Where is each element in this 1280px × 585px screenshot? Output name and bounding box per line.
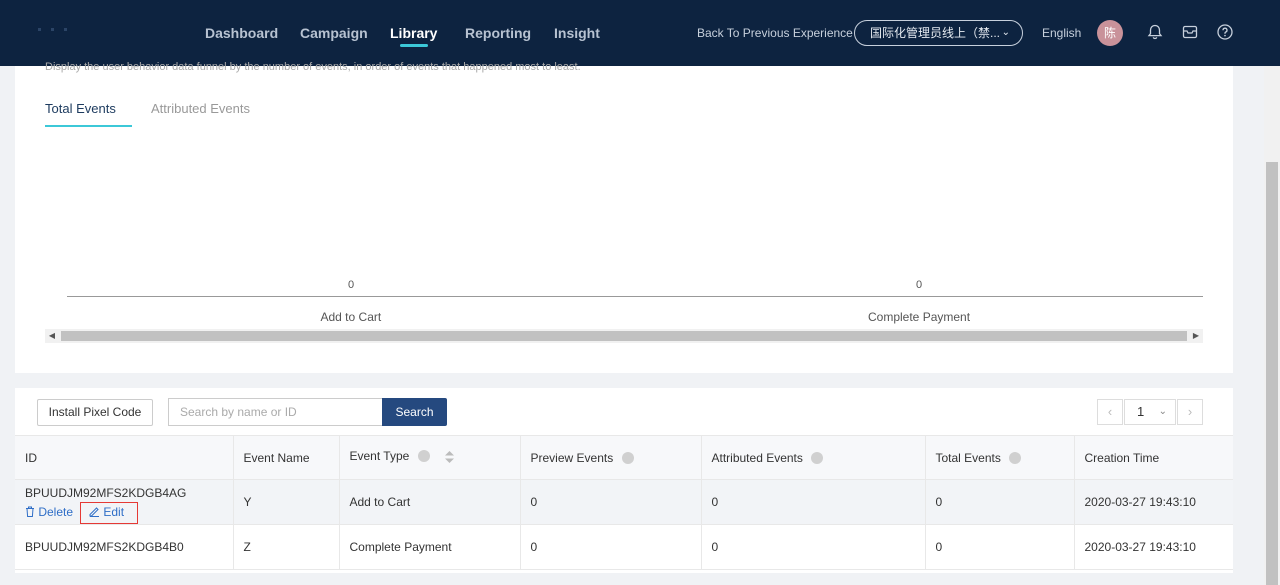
message-icon[interactable] xyxy=(1181,23,1199,41)
help-icon[interactable] xyxy=(1216,23,1234,41)
info-icon[interactable] xyxy=(417,450,430,462)
chart-category-label: Add to Cart xyxy=(320,310,382,324)
cell-preview-events: 0 xyxy=(520,479,702,525)
pager-prev-icon[interactable]: ‹ xyxy=(1097,399,1123,425)
info-icon[interactable] xyxy=(621,451,634,464)
delete-label: Delete xyxy=(38,504,74,519)
top-nav-bar: Dashboard Campaign Library Reporting Ins… xyxy=(0,0,1280,66)
nav-reporting[interactable]: Reporting xyxy=(465,0,531,66)
scroll-right-icon[interactable]: ▶ xyxy=(1189,329,1203,343)
col-header-label: Attributed Events xyxy=(711,450,803,465)
funnel-description: Display the user behavior data funnel by… xyxy=(45,61,581,73)
table-row[interactable]: BPUUDJM92MFS2KDGB4B0 Z Complete Payment … xyxy=(15,524,1233,570)
edit-label: Edit xyxy=(103,504,125,519)
back-to-previous-link[interactable]: Back To Previous Experience xyxy=(697,0,853,66)
events-table: ID Event Name Event Type Preview Events … xyxy=(15,435,1233,570)
cell-total-events: 0 xyxy=(925,479,1075,525)
pencil-icon xyxy=(89,506,99,517)
delete-button[interactable]: Delete xyxy=(25,505,73,519)
chevron-down-icon: ⌄ xyxy=(1158,406,1167,417)
install-pixel-code-button[interactable]: Install Pixel Code xyxy=(37,399,153,426)
info-icon[interactable] xyxy=(1009,451,1022,464)
chart-value-label: 0 xyxy=(348,279,355,291)
info-icon[interactable] xyxy=(811,451,824,464)
brand-logo[interactable] xyxy=(38,18,148,40)
col-header-label: Event Type xyxy=(349,449,410,463)
col-header-preview-events: Preview Events xyxy=(520,435,702,480)
cell-preview-events: 0 xyxy=(520,524,702,570)
trash-icon xyxy=(26,506,34,517)
edit-button[interactable]: Edit xyxy=(89,505,124,519)
table-row[interactable]: BPUUDJM92MFS2KDGB4AG Delete Edit Y Add t… xyxy=(15,479,1233,525)
col-header-event-name: Event Name xyxy=(233,435,340,480)
account-select-value: 国际化管理员线上（禁... xyxy=(870,26,1001,40)
col-header-total-events: Total Events xyxy=(925,435,1075,480)
table-header-row: ID Event Name Event Type Preview Events … xyxy=(15,435,1233,480)
col-header-id: ID xyxy=(15,435,234,480)
language-switcher[interactable]: English xyxy=(1042,0,1081,66)
cell-event-type: Complete Payment xyxy=(339,524,521,570)
bell-icon[interactable] xyxy=(1146,23,1164,41)
chart-category-label: Complete Payment xyxy=(868,310,971,324)
event-id: BPUUDJM92MFS2KDGB4AG xyxy=(25,485,187,500)
nav-insight[interactable]: Insight xyxy=(554,0,600,66)
chart-horizontal-scrollbar[interactable]: ◀ ▶ xyxy=(45,329,1203,343)
nav-dashboard[interactable]: Dashboard xyxy=(205,0,278,66)
active-tab-indicator xyxy=(45,125,132,127)
account-select[interactable]: 国际化管理员线上（禁... ⌄ xyxy=(854,20,1023,46)
nav-library[interactable]: Library xyxy=(390,0,437,66)
events-table-card: Install Pixel Code Search ‹ 1 ⌄ › ID Eve… xyxy=(15,388,1233,573)
tab-attributed-events[interactable]: Attributed Events xyxy=(151,101,250,116)
col-header-event-type[interactable]: Event Type xyxy=(339,435,521,480)
pager-next-icon[interactable]: › xyxy=(1177,399,1203,425)
user-avatar[interactable]: 陈 xyxy=(1097,20,1123,46)
search-input[interactable] xyxy=(168,398,383,426)
cell-event-name: Z xyxy=(233,524,340,570)
col-header-attributed-events: Attributed Events xyxy=(701,435,926,480)
tab-total-events[interactable]: Total Events xyxy=(45,101,116,116)
chart-value-label: 0 xyxy=(916,279,923,291)
page-vertical-scrollbar[interactable] xyxy=(1264,66,1280,585)
cell-creation-time: 2020-03-27 19:43:10 xyxy=(1074,479,1233,525)
chart-x-axis xyxy=(67,296,1203,297)
cell-event-type: Add to Cart xyxy=(339,479,521,525)
sort-icon[interactable] xyxy=(445,451,455,466)
cell-attributed-events: 0 xyxy=(701,479,926,525)
page-select-value: 1 xyxy=(1137,404,1145,419)
cell-attributed-events: 0 xyxy=(701,524,926,570)
page-select[interactable]: 1 ⌄ xyxy=(1124,399,1176,425)
scroll-thumb[interactable] xyxy=(61,331,1187,341)
col-header-label: Total Events xyxy=(935,450,1001,465)
nav-campaign[interactable]: Campaign xyxy=(300,0,368,66)
cell-event-name: Y xyxy=(233,479,340,525)
search-button[interactable]: Search xyxy=(382,398,447,426)
cell-creation-time: 2020-03-27 19:43:10 xyxy=(1074,524,1233,570)
cell-total-events: 0 xyxy=(925,524,1075,570)
page-scroll-thumb[interactable] xyxy=(1266,162,1278,585)
event-funnel-card: Display the user behavior data funnel by… xyxy=(15,61,1233,373)
row-actions: Delete Edit xyxy=(25,501,233,524)
col-header-label: Preview Events xyxy=(530,450,614,465)
chevron-down-icon: ⌄ xyxy=(1001,27,1010,38)
cell-id: BPUUDJM92MFS2KDGB4B0 xyxy=(15,524,234,570)
col-header-creation-time: Creation Time xyxy=(1074,435,1233,480)
cell-id: BPUUDJM92MFS2KDGB4AG Delete Edit xyxy=(15,479,234,525)
scroll-left-icon[interactable]: ◀ xyxy=(45,329,59,343)
